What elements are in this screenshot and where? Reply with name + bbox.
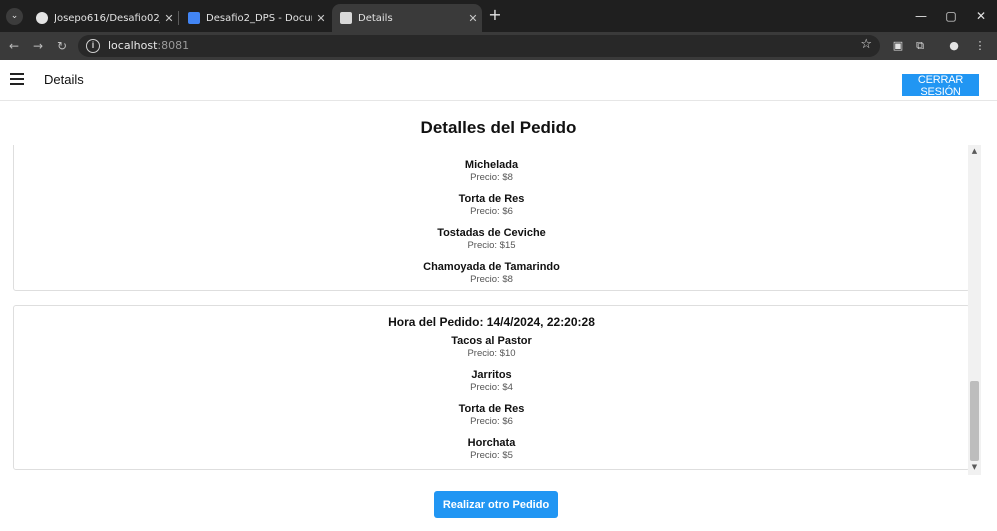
item-name: Michelada — [464, 159, 519, 171]
order-time: Hora del Pedido: 14/4/2024, 22:20:28 — [388, 315, 595, 329]
reload-icon[interactable]: ↻ — [53, 37, 71, 55]
item-name: Tostadas de Ceviche — [437, 227, 546, 239]
item-name: Horchata — [467, 437, 516, 449]
close-icon[interactable]: ✕ — [312, 12, 330, 25]
url-text: localhost:8081 — [108, 39, 189, 52]
url-port: :8081 — [157, 39, 190, 52]
order-items: Michelada Precio: $8 Torta de Res Precio… — [14, 159, 969, 295]
hamburger-menu-icon[interactable] — [10, 73, 24, 85]
item-price: Precio: $10 — [467, 348, 516, 359]
extensions-icon[interactable]: ⧉ — [912, 38, 928, 54]
scroll-down-icon[interactable]: ▼ — [968, 463, 981, 473]
item-name: Torta de Res — [458, 193, 525, 205]
site-info-icon[interactable]: i — [86, 39, 100, 53]
list-item: Torta de Res Precio: $6 — [14, 193, 969, 218]
header-title: Details — [44, 72, 84, 87]
list-item: Torta de Res Precio: $6 — [14, 403, 969, 428]
logout-button[interactable]: CERRAR SESIÓN — [902, 74, 979, 98]
tab-search-icon[interactable]: ⌄ — [6, 8, 23, 25]
docs-icon — [188, 12, 200, 24]
item-name: Chamoyada de Tamarindo — [423, 261, 560, 273]
list-item: Tostadas de Ceviche Precio: $15 — [14, 227, 969, 252]
tab-title: Desafio2_DPS - Documentos de — [206, 12, 312, 24]
url-host: localhost — [108, 39, 158, 52]
item-price: Precio: $8 — [470, 172, 513, 183]
new-order-button[interactable]: Realizar otro Pedido — [434, 491, 558, 518]
browser-tab-docs[interactable]: Desafio2_DPS - Documentos de ✕ — [180, 4, 330, 32]
list-item: Jarritos Precio: $4 — [14, 369, 969, 394]
item-name: Tacos al Pastor — [451, 335, 532, 347]
menu-kebab-icon[interactable]: ⋮ — [972, 38, 988, 54]
restore-icon[interactable]: ▢ — [936, 6, 966, 26]
item-name: Torta de Res — [458, 403, 525, 415]
browser-tab-details[interactable]: Details ✕ — [332, 4, 482, 32]
vertical-scrollbar[interactable]: ▲ ▼ — [968, 145, 981, 475]
close-icon[interactable]: ✕ — [160, 12, 178, 25]
tab-separator — [178, 11, 179, 25]
page-title: Detalles del Pedido — [420, 118, 577, 137]
item-price: Precio: $6 — [470, 206, 513, 217]
tab-title: Details — [358, 12, 393, 24]
list-item: Michelada Precio: $8 — [14, 159, 969, 184]
profile-icon[interactable]: ● — [946, 38, 962, 54]
item-price: Precio: $6 — [470, 416, 513, 427]
order-card: Hora del Pedido: 14/4/2024, 22:20:28 Tac… — [13, 305, 970, 470]
item-name: Jarritos — [471, 369, 512, 381]
list-item: Tacos al Pastor Precio: $10 — [14, 335, 969, 360]
item-price: Precio: $5 — [470, 450, 513, 461]
item-price: Precio: $4 — [470, 382, 513, 393]
github-icon — [36, 12, 48, 24]
bookmark-star-icon[interactable]: ☆ — [860, 37, 872, 52]
back-icon[interactable]: ← — [5, 37, 23, 55]
browser-tab-github[interactable]: Josepo616/Desafio02_DPS_Lab ✕ — [28, 4, 178, 32]
order-card: Michelada Precio: $8 Torta de Res Precio… — [13, 145, 970, 291]
forward-icon[interactable]: → — [29, 37, 47, 55]
new-tab-button[interactable]: + — [486, 6, 504, 24]
browser-toolbar: ← → ↻ i localhost:8081 ☆ ▣ ⧉ ● ⋮ — [0, 32, 997, 60]
expo-icon — [340, 12, 352, 24]
scroll-up-icon[interactable]: ▲ — [968, 147, 981, 157]
close-icon[interactable]: ✕ — [464, 12, 482, 25]
list-item: Chamoyada de Tamarindo Precio: $8 — [14, 261, 969, 286]
item-price: Precio: $8 — [470, 274, 513, 285]
close-window-icon[interactable]: ✕ — [966, 6, 996, 26]
scrollbar-thumb[interactable] — [970, 381, 979, 461]
minimize-icon[interactable]: — — [906, 6, 936, 26]
app-header: Details CERRAR SESIÓN — [0, 60, 997, 101]
item-price: Precio: $15 — [467, 240, 516, 251]
media-icon[interactable]: ▣ — [890, 38, 906, 54]
address-bar[interactable]: i localhost:8081 ☆ — [78, 35, 880, 57]
list-item: Horchata Precio: $5 — [14, 437, 969, 462]
tab-title: Josepo616/Desafio02_DPS_Lab — [54, 12, 160, 24]
orders-scroll-area[interactable]: Michelada Precio: $8 Torta de Res Precio… — [0, 145, 983, 475]
browser-tab-bar: ⌄ Josepo616/Desafio02_DPS_Lab ✕ Desafio2… — [0, 0, 997, 32]
